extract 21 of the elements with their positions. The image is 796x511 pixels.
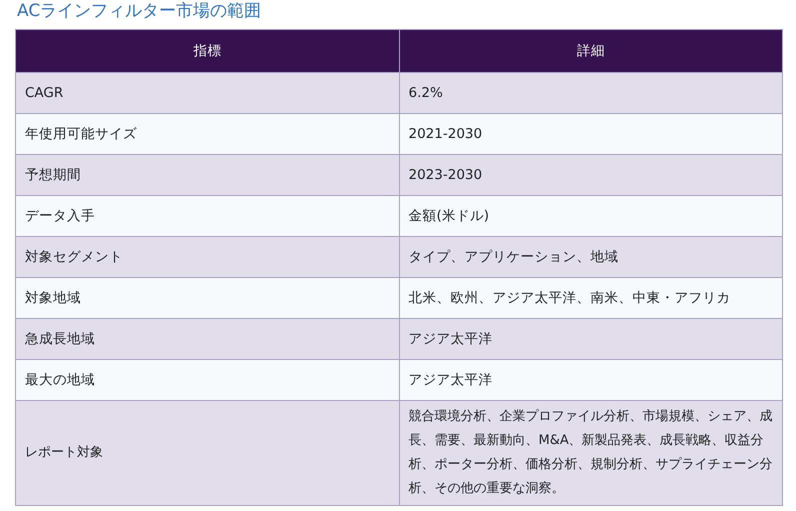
- table-cell: アジア太平洋: [399, 360, 782, 400]
- table-cell: 予想期間: [16, 154, 399, 196]
- table-cell: レポート対象: [16, 400, 399, 506]
- table-cell: データ入手: [16, 196, 399, 236]
- table-cell: 2021-2030: [399, 114, 782, 154]
- table-cell: 対象セグメント: [16, 236, 399, 278]
- column-header: 詳細: [399, 30, 782, 72]
- column-header: 指標: [16, 30, 399, 72]
- table-cell: アジア太平洋: [399, 318, 782, 360]
- table-cell: 対象地域: [16, 278, 399, 318]
- table-cell: 最大の地域: [16, 360, 399, 400]
- table-cell: タイプ、アプリケーション、地域: [399, 236, 782, 278]
- table-cell: 年使用可能サイズ: [16, 114, 399, 154]
- table-cell: CAGR: [16, 72, 399, 114]
- table-cell: 2023-2030: [399, 154, 782, 196]
- table-cell: 北米、欧州、アジア太平洋、南米、中東・アフリカ: [399, 278, 782, 318]
- table-cell: 金額(米ドル): [399, 196, 782, 236]
- table-cell: 競合環境分析、企業プロファイル分析、市場規模、シェア、成長、需要、最新動向、M&A、新製品発表、成長戦略、収益分析、ポーター分析、価格分析、規制分析、サプライチェーン分析、その他の重要な洞察。: [399, 400, 782, 506]
- section-title: ACラインフィルター市場の範囲: [17, 0, 262, 22]
- table-cell: 6.2%: [399, 72, 782, 114]
- table-cell: 急成長地域: [16, 318, 399, 360]
